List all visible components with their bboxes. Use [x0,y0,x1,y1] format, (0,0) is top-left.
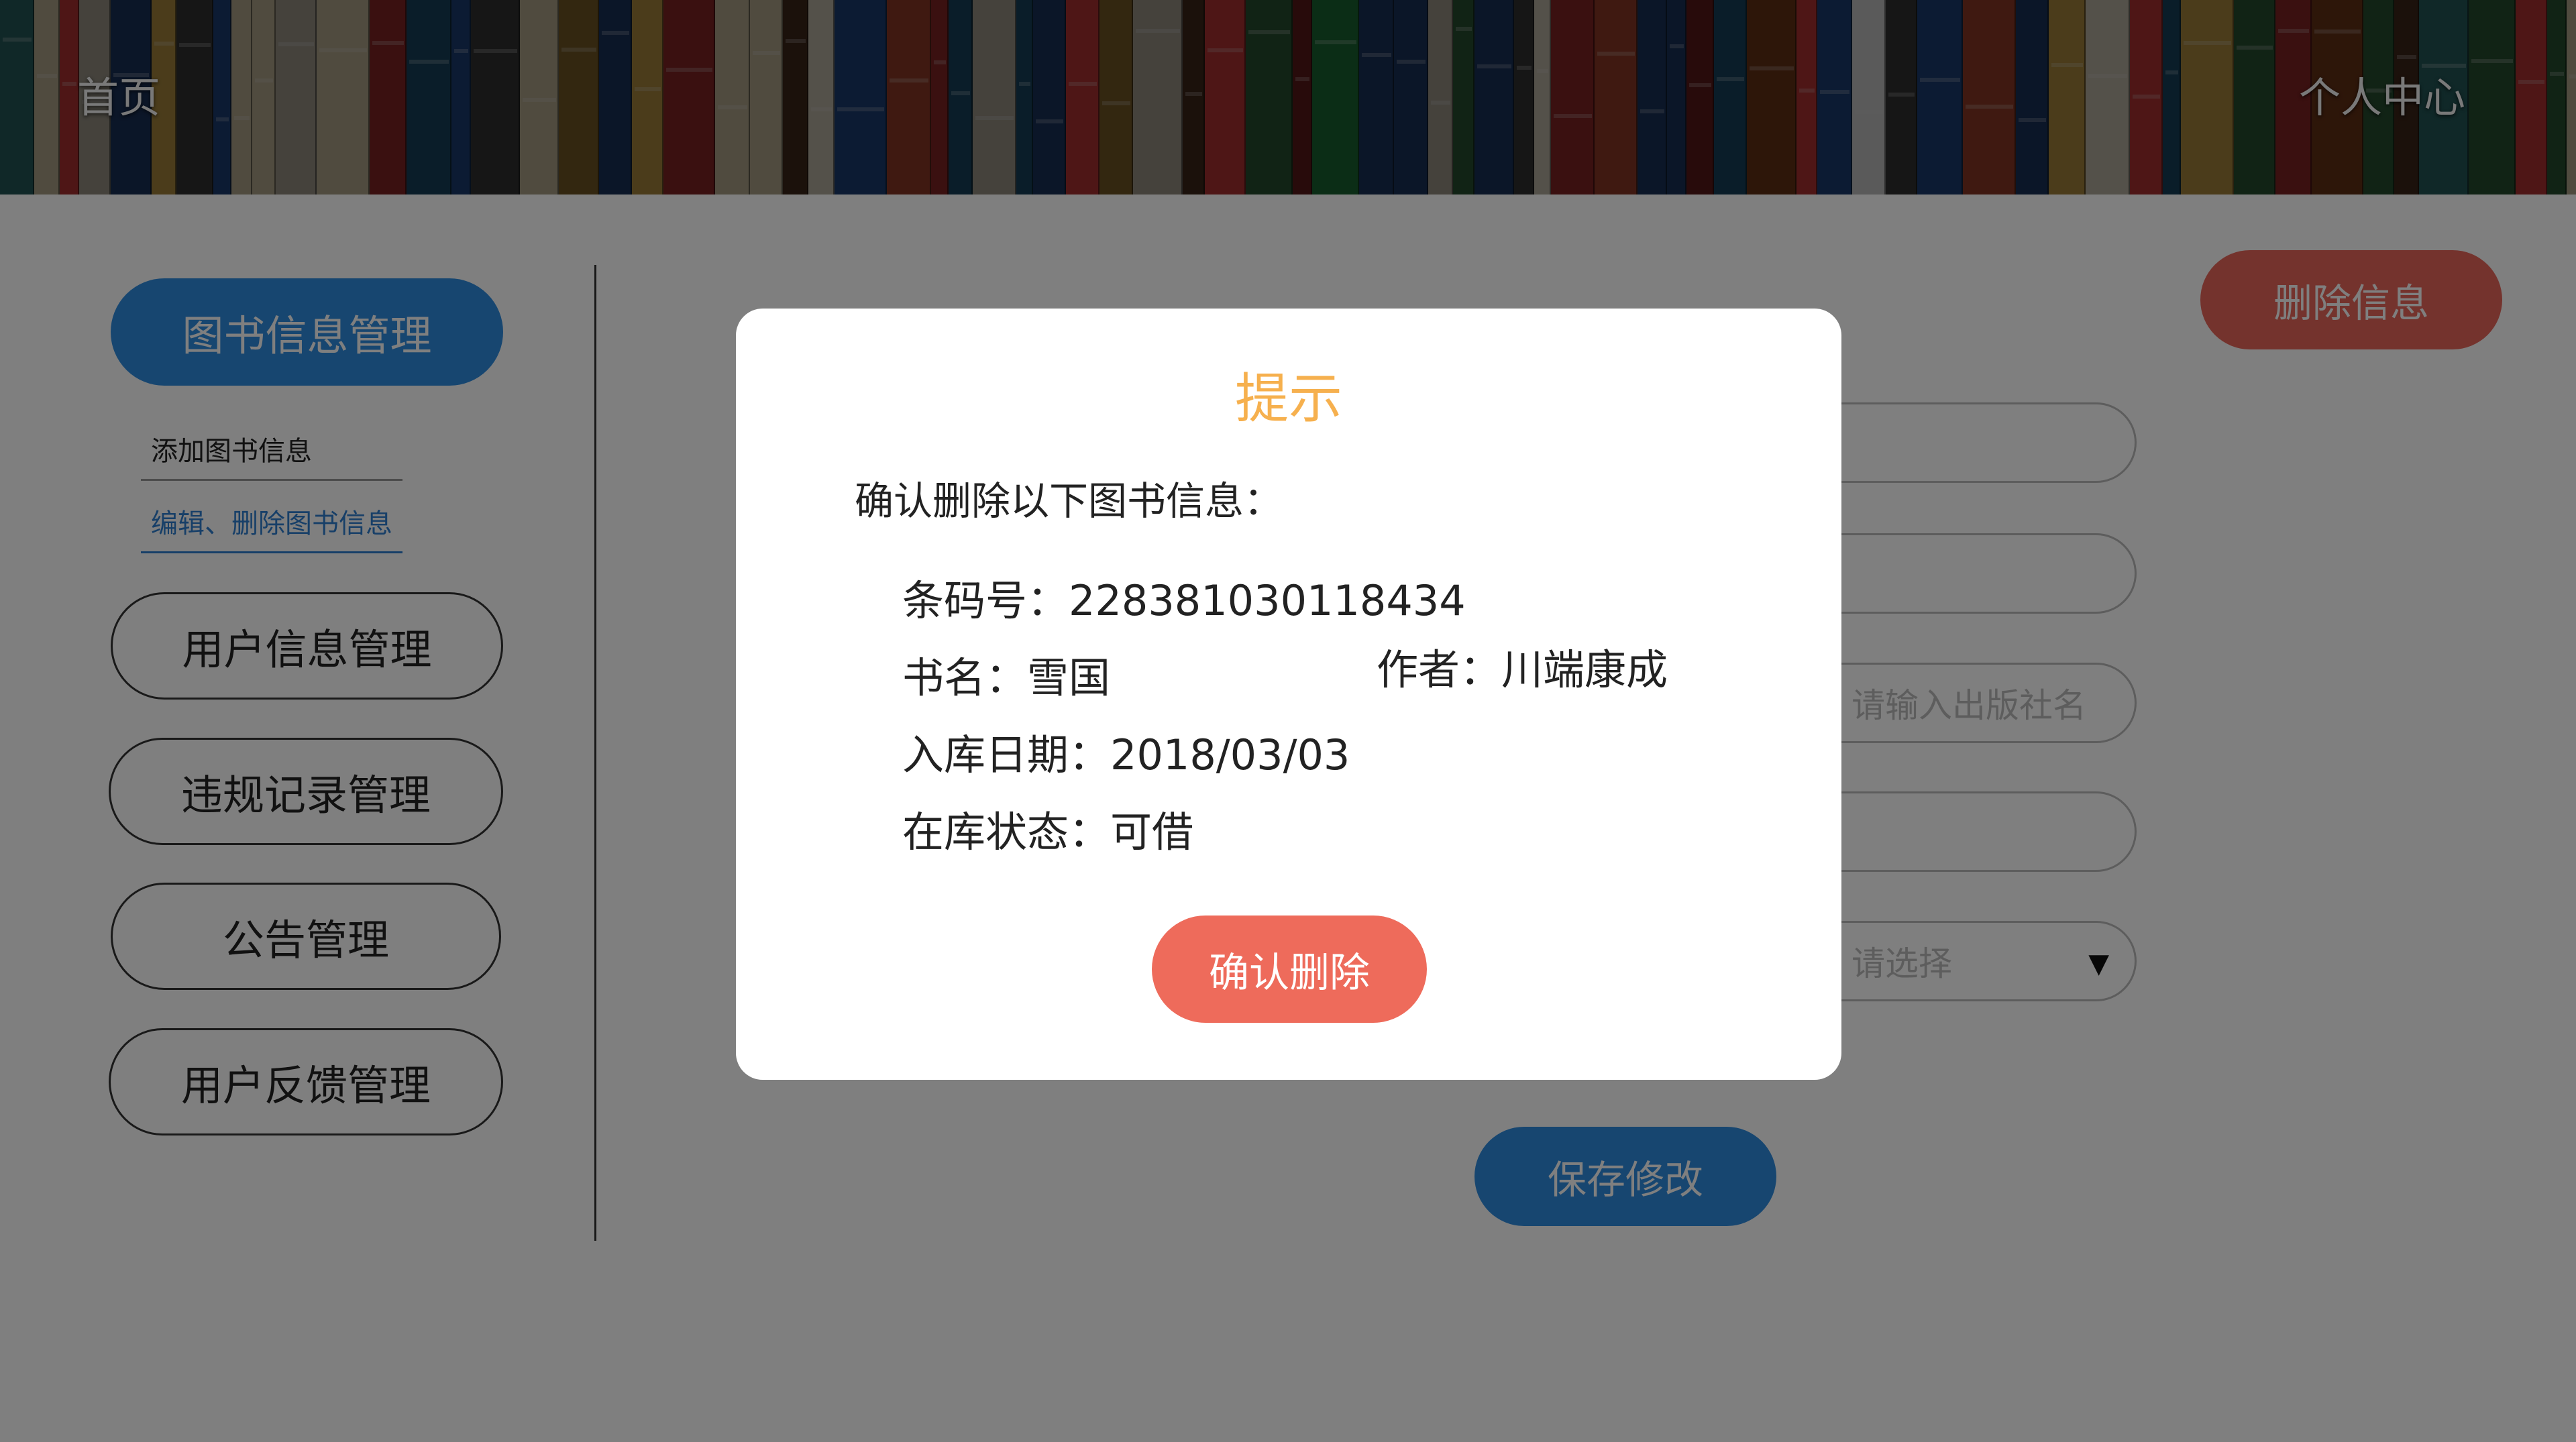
confirm-delete-dialog: 提示 确认删除以下图书信息： 条码号：228381030118434 书名：雪国… [736,309,1841,1080]
barcode-text: 条码号：228381030118434 [902,576,1466,625]
dialog-title: 提示 [1235,368,1342,430]
dialog-question: 确认删除以下图书信息： [855,478,1283,524]
book-name-text: 书名：雪国 [902,653,1111,702]
confirm-delete-button[interactable]: 确认删除 [1152,916,1427,1023]
storage-date-text: 入库日期：2018/03/03 [902,730,1350,779]
status-text: 在库状态：可借 [902,808,1194,856]
author-text: 作者：川端康成 [1377,645,1668,694]
